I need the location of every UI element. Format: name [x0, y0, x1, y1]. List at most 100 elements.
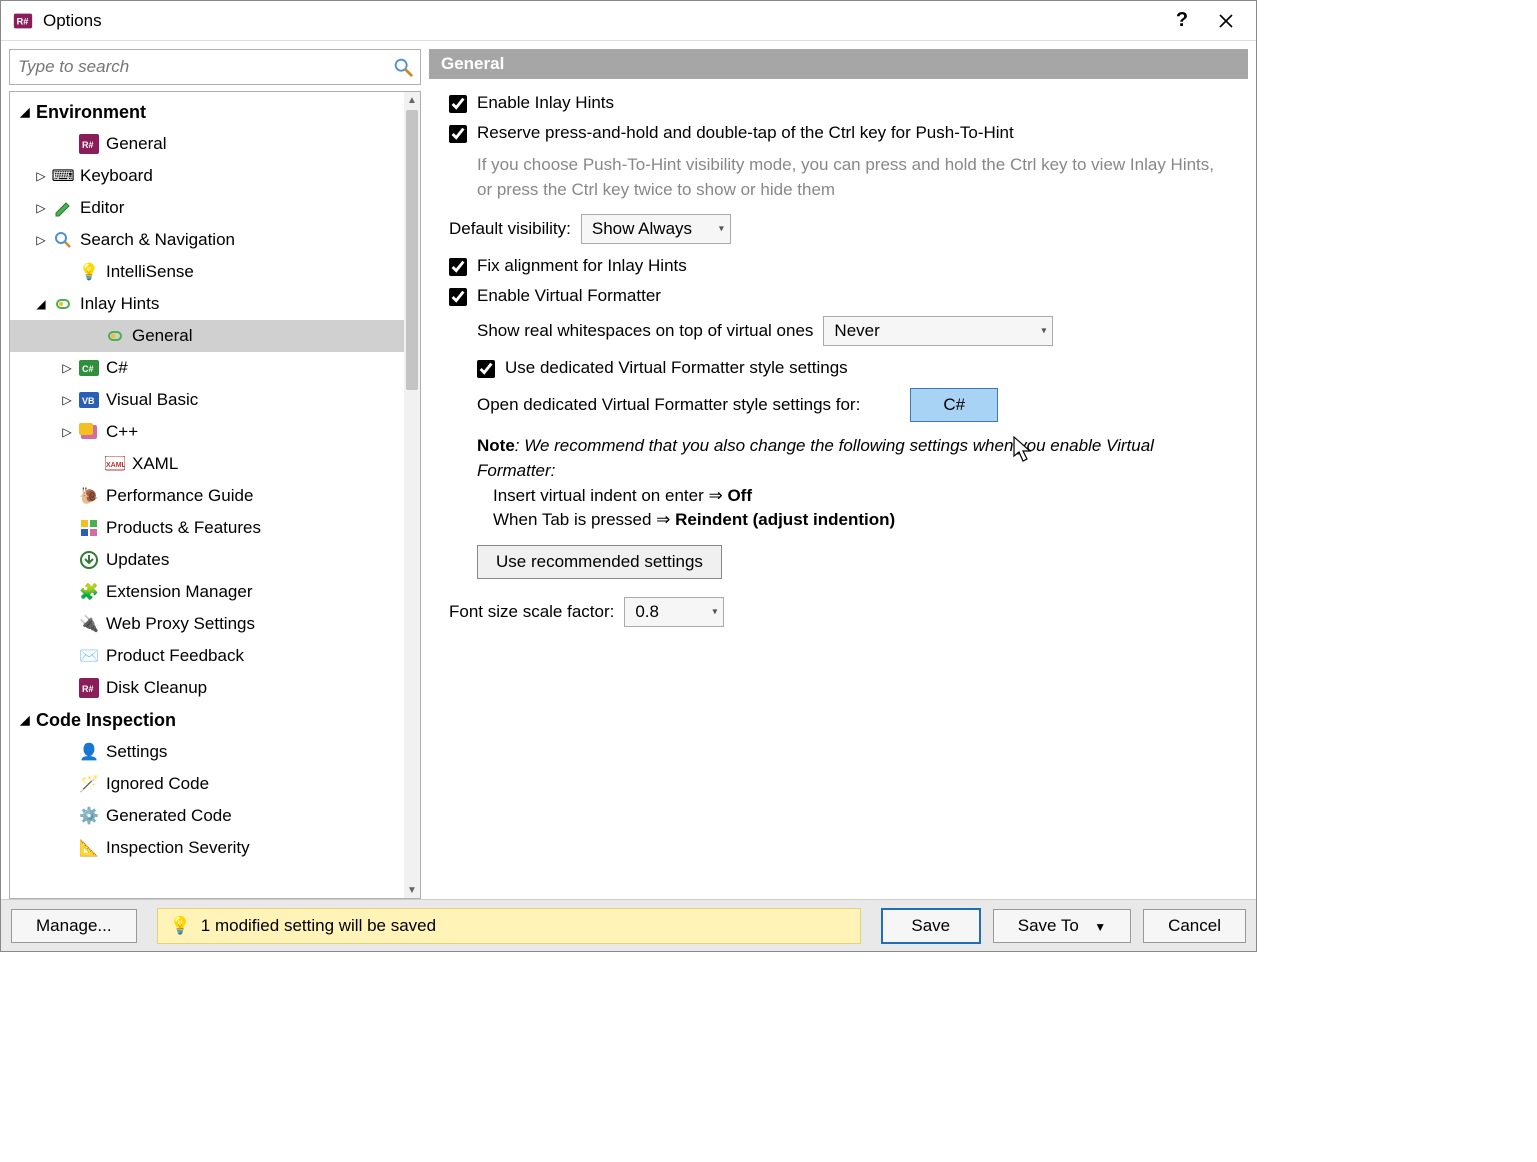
tree-item-disk[interactable]: ▸R#Disk Cleanup	[10, 672, 404, 704]
cancel-button[interactable]: Cancel	[1143, 909, 1246, 943]
tree-item-ci-generated[interactable]: ▸⚙️Generated Code	[10, 800, 404, 832]
tree-item-keyboard[interactable]: ▷⌨Keyboard	[10, 160, 404, 192]
scroll-down-icon[interactable]: ▼	[404, 882, 420, 898]
svg-text:R#: R#	[82, 140, 94, 150]
plug-icon: 🔌	[78, 613, 100, 635]
ruler-icon: 📐	[78, 837, 100, 859]
open-dedicated-row: Open dedicated Virtual Formatter style s…	[477, 388, 1228, 422]
titlebar: R# Options ?	[1, 1, 1256, 41]
dialog-footer: Manage... 💡 1 modified setting will be s…	[1, 899, 1256, 951]
grid-icon	[78, 517, 100, 539]
default-visibility-label: Default visibility:	[449, 219, 571, 239]
reserve-ctrl-input[interactable]	[449, 125, 467, 143]
tree-item-general[interactable]: ▸R#General	[10, 128, 404, 160]
default-visibility-dropdown[interactable]: Show Always	[581, 214, 731, 244]
options-window: R# Options ? ◢Environment ▸R#General	[0, 0, 1257, 952]
fix-alignment-checkbox[interactable]: Fix alignment for Inlay Hints	[449, 256, 1228, 276]
keyboard-icon: ⌨	[52, 165, 74, 187]
enable-inlay-checkbox[interactable]: Enable Inlay Hints	[449, 93, 1228, 113]
svg-text:C#: C#	[82, 364, 94, 374]
inlay-icon	[104, 325, 126, 347]
note-block: Note: We recommend that you also change …	[477, 434, 1228, 533]
use-dedicated-vf-checkbox[interactable]: Use dedicated Virtual Formatter style se…	[477, 358, 1228, 378]
fix-alignment-input[interactable]	[449, 258, 467, 276]
search-icon	[392, 56, 414, 78]
open-dedicated-label: Open dedicated Virtual Formatter style s…	[477, 395, 860, 415]
inlay-icon	[52, 293, 74, 315]
reserve-ctrl-hint: If you choose Push-To-Hint visibility mo…	[477, 153, 1228, 202]
tree-scrollbar[interactable]: ▲ ▼	[404, 92, 420, 898]
tree-item-intellisense[interactable]: ▸💡IntelliSense	[10, 256, 404, 288]
xaml-icon: XAML	[104, 453, 126, 475]
save-to-button[interactable]: Save To	[993, 909, 1131, 943]
tree-item-extension[interactable]: ▸🧩Extension Manager	[10, 576, 404, 608]
magnifier-icon	[52, 229, 74, 251]
csharp-icon: C#	[78, 357, 100, 379]
default-visibility-row: Default visibility: Show Always	[449, 214, 1228, 244]
tree-item-ci-ignored[interactable]: ▸🪄Ignored Code	[10, 768, 404, 800]
status-bar: 💡 1 modified setting will be saved	[157, 908, 861, 944]
gear-doc-icon: ⚙️	[78, 805, 100, 827]
tree-item-proxy[interactable]: ▸🔌Web Proxy Settings	[10, 608, 404, 640]
search-box[interactable]	[9, 49, 421, 85]
svg-text:R#: R#	[17, 16, 29, 26]
settings-tree: ◢Environment ▸R#General ▷⌨Keyboard ▷Edit…	[9, 91, 421, 899]
svg-text:R#: R#	[82, 684, 94, 694]
search-input[interactable]	[16, 56, 392, 78]
bulb-icon: 💡	[78, 261, 100, 283]
person-icon: 👤	[78, 741, 100, 763]
status-text: 1 modified setting will be saved	[201, 916, 436, 936]
wand-icon: 🪄	[78, 773, 100, 795]
tree-item-feedback[interactable]: ▸✉️Product Feedback	[10, 640, 404, 672]
show-real-ws-label: Show real whitespaces on top of virtual …	[477, 321, 813, 341]
tree-item-updates[interactable]: ▸Updates	[10, 544, 404, 576]
show-real-ws-row: Show real whitespaces on top of virtual …	[477, 316, 1228, 346]
resharper-small-icon: R#	[78, 133, 100, 155]
enable-inlay-input[interactable]	[449, 95, 467, 113]
mail-icon: ✉️	[78, 645, 100, 667]
tree-item-inlay-csharp[interactable]: ▷C#C#	[10, 352, 404, 384]
vb-icon: VB	[78, 389, 100, 411]
puzzle-icon: 🧩	[78, 581, 100, 603]
save-button[interactable]: Save	[881, 908, 981, 944]
svg-text:XAML: XAML	[106, 462, 125, 469]
tree-item-inlay-general[interactable]: ▸General	[10, 320, 404, 352]
panel-header: General	[429, 49, 1248, 79]
reserve-ctrl-checkbox[interactable]: Reserve press-and-hold and double-tap of…	[449, 123, 1228, 143]
tree-item-inlay-cpp[interactable]: ▷C++	[10, 416, 404, 448]
window-title: Options	[43, 11, 102, 31]
tree-item-inlay-vb[interactable]: ▷VBVisual Basic	[10, 384, 404, 416]
help-button[interactable]: ?	[1160, 5, 1204, 37]
scrollbar-thumb[interactable]	[406, 110, 418, 390]
tree-item-performance[interactable]: ▸🐌Performance Guide	[10, 480, 404, 512]
note-text: : We recommend that you also change the …	[477, 436, 1154, 480]
font-scale-row: Font size scale factor: 0.8	[449, 597, 1228, 627]
tree-item-ci-settings[interactable]: ▸👤Settings	[10, 736, 404, 768]
open-dedicated-csharp-button[interactable]: C#	[910, 388, 998, 422]
pencil-icon	[52, 197, 74, 219]
tree-item-products[interactable]: ▸Products & Features	[10, 512, 404, 544]
scroll-up-icon[interactable]: ▲	[404, 92, 420, 108]
tree-item-search-nav[interactable]: ▷Search & Navigation	[10, 224, 404, 256]
use-dedicated-vf-input[interactable]	[477, 360, 495, 378]
tree-item-editor[interactable]: ▷Editor	[10, 192, 404, 224]
note-label: Note	[477, 436, 515, 455]
enable-vf-checkbox[interactable]: Enable Virtual Formatter	[449, 286, 1228, 306]
font-scale-dropdown[interactable]: 0.8	[624, 597, 724, 627]
use-recommended-button[interactable]: Use recommended settings	[477, 545, 722, 579]
tree-category-codeinspection[interactable]: ◢Code Inspection	[10, 704, 404, 736]
tree-item-inlay-xaml[interactable]: ▸XAMLXAML	[10, 448, 404, 480]
manage-button[interactable]: Manage...	[11, 909, 137, 943]
bulb-icon: 💡	[170, 916, 191, 936]
close-button[interactable]	[1204, 5, 1248, 37]
show-real-ws-dropdown[interactable]: Never	[823, 316, 1053, 346]
svg-text:VB: VB	[82, 396, 95, 406]
resharper-small-icon: R#	[78, 677, 100, 699]
tree-item-ci-severity[interactable]: ▸📐Inspection Severity	[10, 832, 404, 864]
snail-icon: 🐌	[78, 485, 100, 507]
tree-category-environment[interactable]: ◢Environment	[10, 96, 404, 128]
tree-item-inlay-hints[interactable]: ◢Inlay Hints	[10, 288, 404, 320]
font-scale-label: Font size scale factor:	[449, 602, 614, 622]
download-icon	[78, 549, 100, 571]
enable-vf-input[interactable]	[449, 288, 467, 306]
